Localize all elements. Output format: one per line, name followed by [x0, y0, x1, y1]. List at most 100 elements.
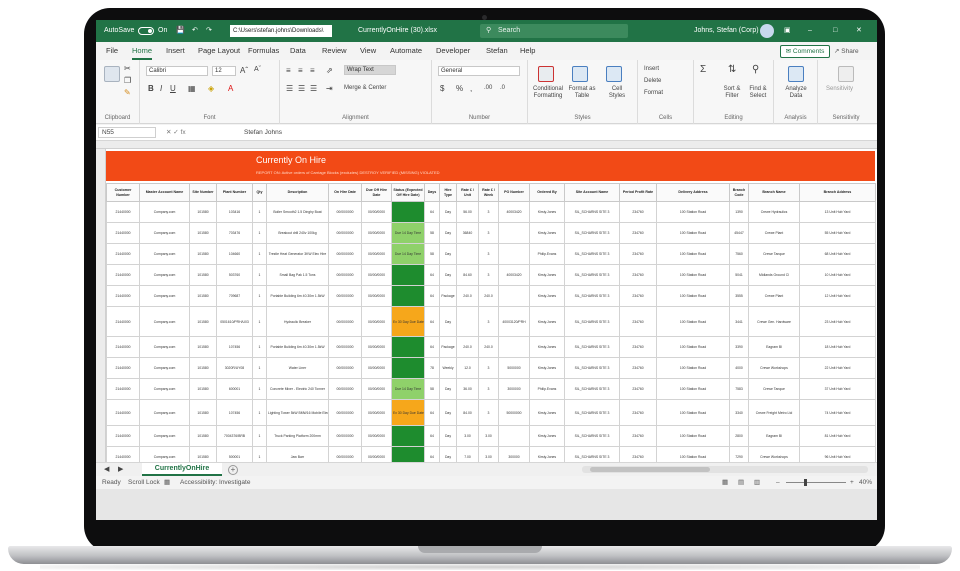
table-cell[interactable]: Portable Building 6m 40.30m 1.5kW	[266, 285, 329, 307]
table-cell[interactable]: 100 Station Road	[656, 285, 730, 307]
table-cell[interactable]: SIL_SCHARNS SITE 3	[564, 285, 620, 307]
table-cell[interactable]: Ex 30 Day Due Date	[391, 306, 425, 337]
table-cell[interactable]: 00/00/0000	[328, 201, 362, 223]
table-cell[interactable]: SIL_SCHARNS SITE 3	[564, 306, 620, 337]
table-cell[interactable]: 1	[252, 336, 267, 358]
column-header[interactable]: Period Profit Rate	[619, 183, 657, 202]
table-cell[interactable]: SIL_SCHARNS SITE 3	[564, 264, 620, 286]
table-cell[interactable]	[498, 425, 530, 447]
table-cell[interactable]: 503760	[216, 264, 253, 286]
table-cell[interactable]: 100 Station Road	[656, 357, 730, 379]
table-cell[interactable]: 240.0	[456, 336, 479, 358]
name-box[interactable]: N55	[98, 127, 156, 138]
table-cell[interactable]: 78	[424, 357, 440, 379]
table-cell[interactable]: 107456	[216, 399, 253, 426]
conditional-formatting-label[interactable]: Conditional Formatting	[530, 86, 566, 100]
tab-page-layout[interactable]: Page Layout	[198, 42, 240, 60]
column-header[interactable]: Days	[424, 183, 440, 202]
table-cell[interactable]: Crewe Hydraulics	[748, 201, 800, 223]
table-cell[interactable]: 3020R/UY08	[216, 357, 253, 379]
zoom-level[interactable]: 40%	[859, 476, 872, 489]
sensitivity-icon[interactable]	[838, 66, 854, 82]
user-name[interactable]: Johns, Stefan (Corp)	[694, 20, 759, 42]
table-cell[interactable]: 21440000	[106, 357, 140, 379]
table-cell[interactable]: 1	[252, 378, 267, 400]
column-header[interactable]: Description	[266, 183, 329, 202]
table-cell[interactable]: 00/00/0000	[328, 399, 362, 426]
table-cell[interactable]	[391, 264, 425, 286]
column-header[interactable]: On Hire Date	[328, 183, 362, 202]
table-cell[interactable]: 101580	[189, 285, 217, 307]
table-cell[interactable]: 3	[478, 201, 499, 223]
table-cell[interactable]: 104660	[216, 243, 253, 265]
table-cell[interactable]: 00/00/0000	[361, 399, 392, 426]
top-align-icon[interactable]: ≡	[286, 66, 291, 75]
column-header[interactable]: Site Account Name	[564, 183, 620, 202]
table-cell[interactable]: Day	[439, 201, 457, 223]
page-break-view-icon[interactable]: ▥	[754, 476, 760, 489]
table-cell[interactable]: 00/00/0000	[328, 306, 362, 337]
table-cell[interactable]: 1	[252, 222, 267, 244]
table-cell[interactable]: 500001	[216, 446, 253, 462]
table-cell[interactable]: 1	[252, 399, 267, 426]
tab-home[interactable]: Home	[132, 42, 153, 60]
table-cell[interactable]: 00/00/0000	[328, 357, 362, 379]
table-cell[interactable]: 55 Unit Hub Yard	[799, 222, 876, 244]
comma-icon[interactable]: ,	[470, 84, 472, 93]
table-cell[interactable]: 240.0	[478, 285, 499, 307]
table-cell[interactable]: 21440000	[106, 285, 140, 307]
table-cell[interactable]: 4000	[729, 357, 749, 379]
fill-color-icon[interactable]: ◈	[208, 84, 214, 93]
autosum-icon[interactable]: Σ	[700, 64, 706, 75]
table-cell[interactable]: 84.00	[456, 399, 479, 426]
table-cell[interactable]: 703476	[216, 222, 253, 244]
table-cell[interactable]: Company.com	[139, 285, 190, 307]
table-cell[interactable]: 600001	[216, 378, 253, 400]
table-cell[interactable]: 96 Unit Hub Yard	[799, 446, 876, 462]
table-cell[interactable]: 234760	[619, 399, 657, 426]
table-cell[interactable]: Lighting Tower 5kW BMW16 Mobile Electric…	[266, 399, 329, 426]
table-cell[interactable]: 12 Unit Hub Yard	[799, 285, 876, 307]
column-header[interactable]: Branch Code	[729, 183, 749, 202]
table-cell[interactable]	[391, 201, 425, 223]
table-cell[interactable]: Truck Parking Platform 200mm	[266, 425, 329, 447]
table-cell[interactable]: 7560	[729, 243, 749, 265]
table-cell[interactable]: SIL_SCHARNS SITE 3	[564, 425, 620, 447]
column-header[interactable]: Hire Type	[439, 183, 457, 202]
table-cell[interactable]: Due 14 Day Time	[391, 243, 425, 265]
table-cell[interactable]: 101580	[189, 446, 217, 462]
zoom-out-icon[interactable]: –	[776, 476, 780, 489]
format-table-icon[interactable]	[572, 66, 588, 82]
table-cell[interactable]: 100 Station Road	[656, 306, 730, 337]
tab-data[interactable]: Data	[290, 42, 306, 60]
table-cell[interactable]: 234760	[619, 446, 657, 462]
table-cell[interactable]: 58	[424, 378, 440, 400]
tab-file[interactable]: File	[106, 42, 118, 60]
tab-view[interactable]: View	[360, 42, 376, 60]
table-cell[interactable]: Breakout drill 240v 100kg	[266, 222, 329, 244]
format-cells-button[interactable]: Format	[644, 90, 663, 96]
table-cell[interactable]: 18 Unit Hub Yard	[799, 336, 876, 358]
increase-decimal-icon[interactable]: .00	[484, 85, 492, 91]
table-cell[interactable]: 21440000	[106, 306, 140, 337]
close-icon[interactable]: ✕	[856, 20, 862, 42]
table-cell[interactable]: Day	[439, 222, 457, 244]
tab-stefan[interactable]: Stefan	[486, 42, 508, 60]
page-layout-view-icon[interactable]: ▤	[738, 476, 744, 489]
table-cell[interactable]: Philip.Evans	[529, 378, 565, 400]
table-cell[interactable]: 22 Unit Hub Yard	[799, 357, 876, 379]
table-cell[interactable]: 5000000	[498, 357, 530, 379]
table-cell[interactable]: SIL_SCHARNS SITE 3	[564, 446, 620, 462]
table-cell[interactable]: 00/00/0000	[328, 243, 362, 265]
share-button[interactable]: ↗ Share	[834, 45, 872, 58]
sort-filter-label[interactable]: Sort & Filter	[718, 86, 746, 100]
table-cell[interactable]: Kirsty.Jones	[529, 357, 565, 379]
table-cell[interactable]: 40003420	[498, 201, 530, 223]
table-cell[interactable]: 1	[252, 201, 267, 223]
table-cell[interactable]	[498, 285, 530, 307]
table-cell[interactable]	[456, 243, 479, 265]
table-cell[interactable]: Eagram Bl	[748, 425, 800, 447]
table-cell[interactable]: Eagram Bl	[748, 336, 800, 358]
table-cell[interactable]: Company.com	[139, 446, 190, 462]
table-cell[interactable]: Day	[439, 243, 457, 265]
